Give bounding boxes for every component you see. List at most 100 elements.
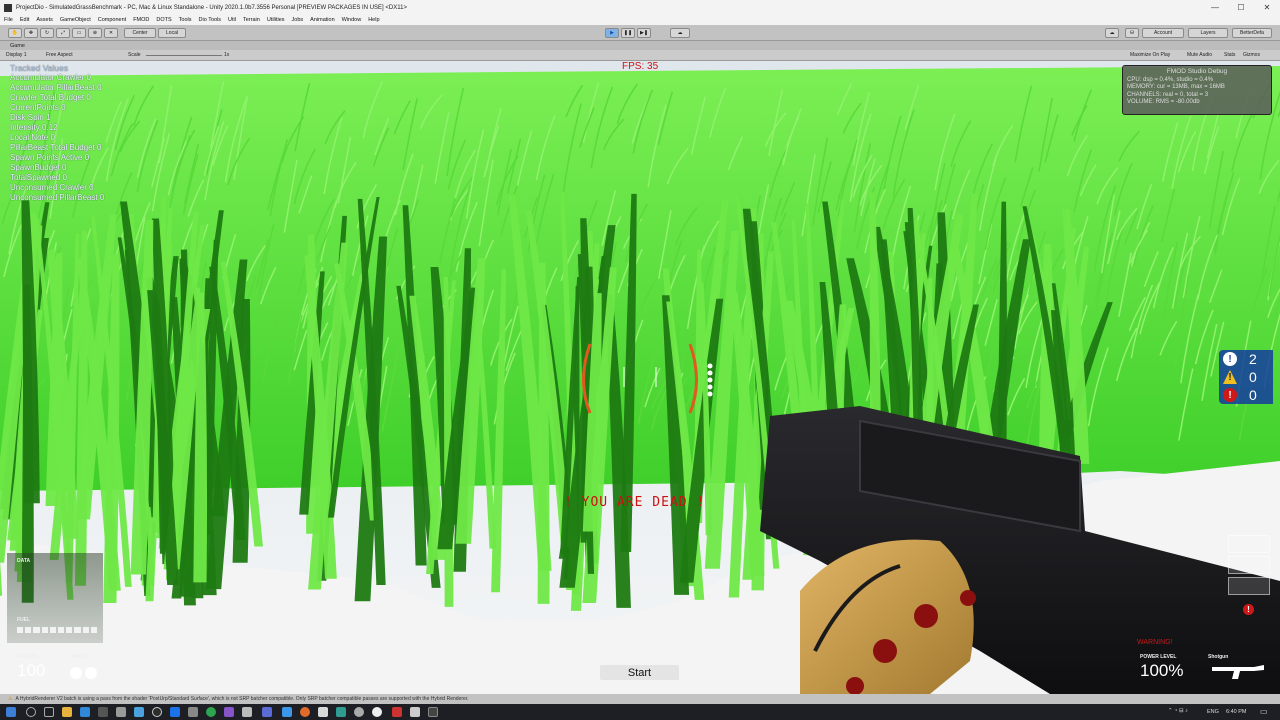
account-dropdown[interactable]: Account [1142, 28, 1184, 38]
error-count: 0 [1249, 387, 1257, 403]
maximize-on-play-toggle[interactable]: Maximize On Play [1130, 52, 1170, 58]
menu-bar: File Edit Assets GameObject Component FM… [0, 15, 1280, 25]
app-icon[interactable] [282, 707, 292, 717]
language-indicator[interactable]: ENG [1207, 709, 1219, 715]
menu-animation[interactable]: Animation [310, 17, 334, 23]
file-explorer-icon[interactable] [62, 707, 72, 717]
fmod-line: CHANNELS: real = 0, total = 3 [1127, 91, 1209, 98]
app-icon[interactable] [134, 707, 144, 717]
clock[interactable]: 6:40 PM [1226, 709, 1246, 715]
menu-tools[interactable]: Tools [179, 17, 192, 23]
stats-toggle[interactable]: Stats [1224, 52, 1235, 58]
tracked-item: PillarBeast Total Budget 0 [10, 143, 102, 152]
transform-tool-icon[interactable]: ⊕ [88, 28, 102, 38]
play-button[interactable]: ▶ [605, 28, 619, 38]
weapon-slot-icon [1228, 556, 1270, 574]
app-icon[interactable] [428, 707, 438, 717]
menu-dots[interactable]: DOTS [156, 17, 171, 23]
display-dropdown[interactable]: Display 1 [6, 52, 27, 58]
collab-icon[interactable]: ⛁ [1125, 28, 1139, 38]
fuel-segment [17, 627, 24, 633]
jumps-label: JUMPS [70, 654, 88, 660]
app-icon[interactable] [354, 707, 364, 717]
app-icon[interactable] [188, 707, 198, 717]
fuel-segment [33, 627, 40, 633]
aspect-dropdown[interactable]: Free Aspect [46, 52, 73, 58]
tracked-item: Intensity 0.12 [10, 123, 58, 132]
app-icon[interactable] [116, 707, 126, 717]
windows-start-icon[interactable] [6, 707, 16, 717]
task-view-icon[interactable] [44, 707, 54, 717]
mail-icon[interactable] [80, 707, 90, 717]
menu-terrain[interactable]: Terrain [243, 17, 260, 23]
unity-taskbar-icon[interactable] [410, 707, 420, 717]
scale-tool-icon[interactable]: ⤢ [56, 28, 70, 38]
hand-tool-icon[interactable]: ✋ [8, 28, 22, 38]
menu-edit[interactable]: Edit [20, 17, 29, 23]
app-icon[interactable] [242, 707, 252, 717]
console-alert-counts[interactable]: ! 2 ! 0 ! 0 [1219, 350, 1273, 404]
menu-util[interactable]: Util [228, 17, 236, 23]
scale-slider[interactable] [146, 55, 222, 56]
tracked-item: TotalSpawned 0 [10, 173, 67, 182]
services-icon[interactable]: ☁ [1105, 28, 1119, 38]
app-icon[interactable] [262, 707, 272, 717]
menu-help[interactable]: Help [368, 17, 379, 23]
minimize-button[interactable]: — [1202, 0, 1228, 15]
app-icon[interactable] [206, 707, 216, 717]
menu-component[interactable]: Component [98, 17, 126, 23]
play-icon: ▶ [610, 30, 614, 36]
layers-dropdown[interactable]: Layers [1188, 28, 1228, 38]
menu-jobs[interactable]: Jobs [292, 17, 304, 23]
visual-studio-icon[interactable] [224, 707, 234, 717]
pivot-local-button[interactable]: Local [158, 28, 186, 38]
menu-dio-tools[interactable]: Dio Tools [199, 17, 222, 23]
move-tool-icon[interactable]: ✥ [24, 28, 38, 38]
layout-dropdown[interactable]: BetterDefa [1232, 28, 1272, 38]
tray-icons[interactable]: ⌃ ◔ ⊟ ♪ [1168, 708, 1188, 714]
fuel-label: FUEL [17, 617, 31, 623]
menu-utilities[interactable]: Utilities [267, 17, 285, 23]
menu-window[interactable]: Window [342, 17, 362, 23]
game-viewport[interactable]: Tracked Values Accumulator Crawler 0 Acc… [0, 61, 1280, 694]
fps-counter: FPS: 35 [622, 61, 659, 72]
app-icon[interactable] [318, 707, 328, 717]
tracked-item: Disk Spin 1 [10, 113, 51, 122]
menu-fmod[interactable]: FMOD [133, 17, 149, 23]
app-icon[interactable] [372, 707, 382, 717]
menu-assets[interactable]: Assets [36, 17, 53, 23]
menu-file[interactable]: File [4, 17, 13, 23]
warning-count: 0 [1249, 369, 1257, 385]
step-icon: ▶❚ [639, 30, 649, 36]
info-count: 2 [1249, 351, 1257, 367]
tracked-item: Accumulator Crawler 0 [10, 73, 91, 82]
console-status-bar[interactable]: ⚠ A HybridRenderer V2 batch is using a p… [0, 694, 1280, 704]
start-button[interactable]: Start [600, 665, 679, 680]
app-icon[interactable] [300, 707, 310, 717]
maximize-button[interactable]: ☐ [1228, 0, 1254, 15]
custom-tool-icon[interactable]: ✕ [104, 28, 118, 38]
fuel-segment [90, 627, 98, 633]
mute-audio-toggle[interactable]: Mute Audio [1187, 52, 1212, 58]
tracked-item: CurrentPoints 0 [10, 103, 66, 112]
app-icon[interactable] [392, 707, 402, 717]
app-icon[interactable] [152, 707, 162, 717]
pause-button[interactable]: ❚❚ [621, 28, 635, 38]
pivot-center-button[interactable]: Center [124, 28, 156, 38]
game-tab[interactable]: Game [0, 41, 1280, 50]
gizmos-dropdown[interactable]: Gizmos [1243, 52, 1260, 58]
shotgun-icon [1210, 661, 1266, 681]
rotate-tool-icon[interactable]: ↻ [40, 28, 54, 38]
jump-pip-icon [70, 667, 82, 679]
step-button[interactable]: ▶❚ [637, 28, 651, 38]
close-button[interactable]: ✕ [1254, 0, 1280, 15]
collab-button[interactable]: ☁ [670, 28, 690, 38]
menu-gameobject[interactable]: GameObject [60, 17, 91, 23]
app-icon[interactable] [170, 707, 180, 717]
app-icon[interactable] [336, 707, 346, 717]
weapon-slots [1228, 535, 1270, 598]
search-icon[interactable] [26, 707, 36, 717]
notifications-icon[interactable]: ▭ [1260, 707, 1268, 716]
rect-tool-icon[interactable]: ▭ [72, 28, 86, 38]
app-icon[interactable] [98, 707, 108, 717]
